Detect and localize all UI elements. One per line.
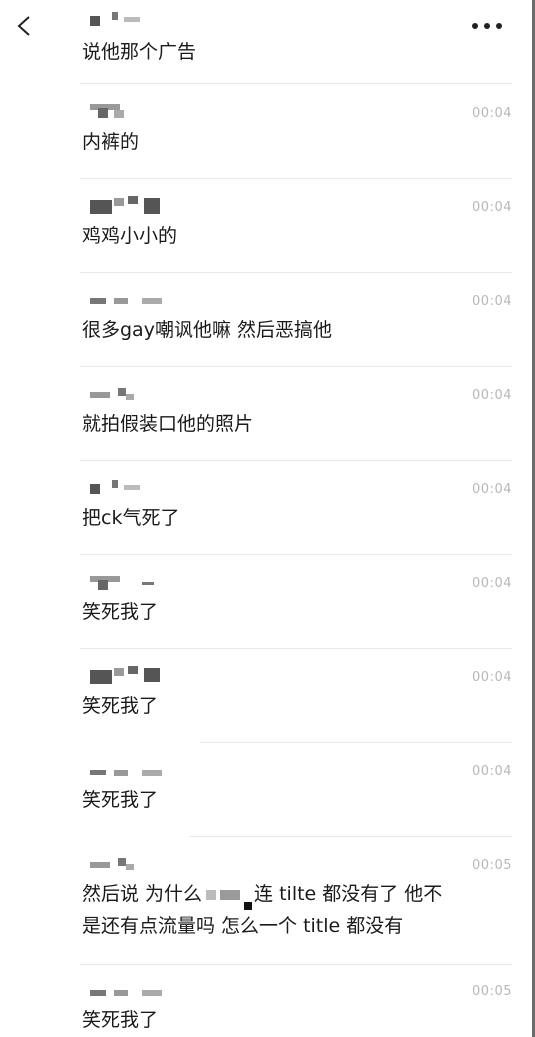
- message-item: 说他那个广告: [80, 10, 512, 70]
- chat-screen: 说他那个广告 00:04 内裤的 00:04 鸡鸡小小的 00:04 很多gay…: [0, 0, 535, 1037]
- message-text: 说他那个广告: [82, 41, 197, 63]
- message-text-part: 然后说 为什么: [82, 883, 203, 905]
- sender-name-redacted: [84, 382, 204, 400]
- message-text: 就拍假装口他的照片: [82, 413, 254, 435]
- sender-name-redacted: [84, 852, 204, 870]
- sender-name-redacted: [84, 664, 204, 684]
- redaction: [220, 889, 241, 900]
- message-time: 00:04: [472, 200, 512, 215]
- divider: [200, 742, 512, 743]
- sender-name-redacted: [84, 476, 204, 494]
- divider: [80, 272, 512, 273]
- message-text: 笑死我了: [82, 789, 159, 811]
- message-time: 00:05: [472, 858, 512, 873]
- message-text-part: 连 tilte 都没有了 他不: [254, 883, 443, 905]
- sender-name-redacted: [84, 288, 204, 306]
- message-text: 内裤的: [82, 131, 140, 153]
- message-text-part: 是还有点流量吗 怎么一个 title 都没有: [82, 915, 404, 937]
- message-text: 鸡鸡小小的: [82, 225, 178, 247]
- message-item: 00:04 笑死我了: [80, 664, 512, 734]
- message-item: 00:04 很多gay嘲讽他嘛 然后恶搞他: [80, 288, 512, 358]
- message-item: 00:05 笑死我了: [80, 978, 512, 1037]
- sender-name-redacted: [84, 10, 204, 28]
- divider: [80, 366, 512, 367]
- divider: [80, 178, 512, 179]
- message-time: 00:04: [472, 388, 512, 403]
- message-item: 00:04 笑死我了: [80, 570, 512, 640]
- message-item: 00:05 然后说 为什么 连 tilte 都没有了 他不 是还有点流量吗 怎么一…: [80, 852, 512, 962]
- back-button[interactable]: [10, 12, 38, 40]
- message-text: 很多gay嘲讽他嘛 然后恶搞他: [82, 319, 332, 341]
- sender-name-redacted: [84, 100, 204, 118]
- message-time: 00:04: [472, 482, 512, 497]
- message-item: 00:04 笑死我了: [80, 758, 512, 828]
- message-time: 00:04: [472, 576, 512, 591]
- message-text: 然后说 为什么 连 tilte 都没有了 他不 是还有点流量吗 怎么一个 titl…: [82, 878, 502, 942]
- message-time: 00:04: [472, 764, 512, 779]
- divider: [80, 460, 512, 461]
- message-time: 00:05: [472, 984, 512, 999]
- divider: [80, 964, 512, 965]
- message-text: 笑死我了: [82, 695, 159, 717]
- divider: [80, 648, 512, 649]
- divider: [190, 836, 512, 837]
- message-time: 00:04: [472, 106, 512, 121]
- divider: [80, 554, 512, 555]
- message-text: 把ck气死了: [82, 507, 180, 529]
- message-time: 00:04: [472, 670, 512, 685]
- message-text: 笑死我了: [82, 1009, 159, 1031]
- sender-name-redacted: [84, 978, 204, 996]
- sender-name-redacted: [84, 194, 204, 214]
- divider: [80, 83, 512, 84]
- message-time: 00:04: [472, 294, 512, 309]
- message-item: 00:04 内裤的: [80, 100, 512, 170]
- message-item: 00:04 把ck气死了: [80, 476, 512, 546]
- message-text: 笑死我了: [82, 601, 159, 623]
- redaction: [206, 889, 217, 900]
- sender-name-redacted: [84, 570, 204, 590]
- message-item: 00:04 就拍假装口他的照片: [80, 382, 512, 452]
- sender-name-redacted: [84, 758, 204, 776]
- chevron-left-icon: [17, 16, 30, 36]
- message-item: 00:04 鸡鸡小小的: [80, 194, 512, 264]
- redaction: [244, 902, 253, 910]
